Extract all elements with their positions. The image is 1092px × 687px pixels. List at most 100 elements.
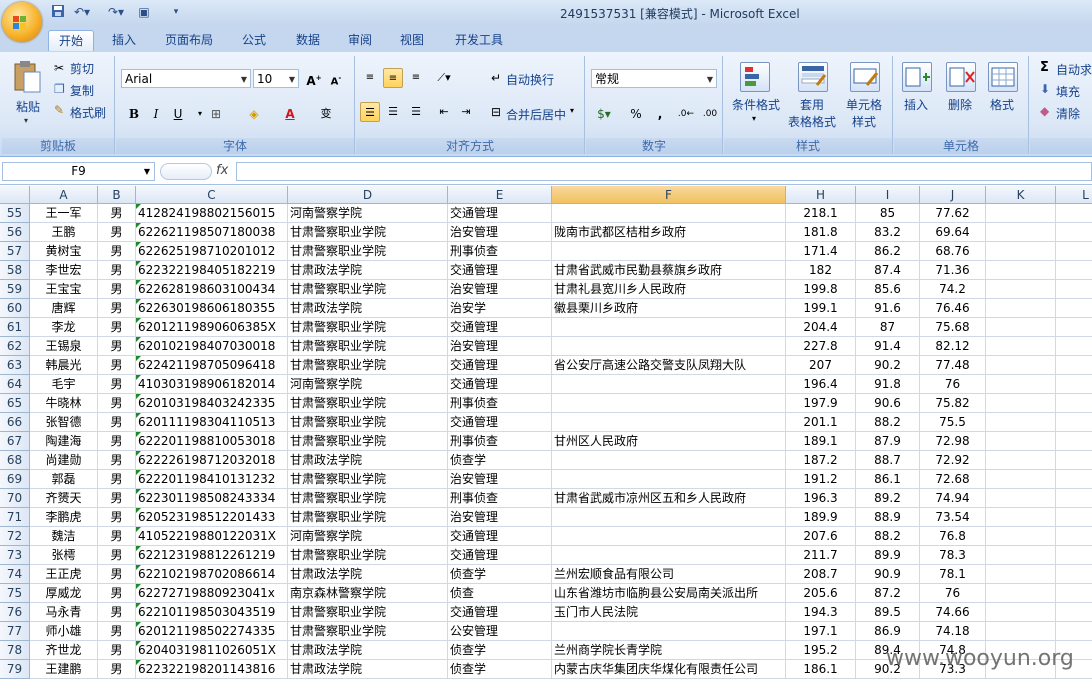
cell-d[interactable]: 甘肃警察职业学院 bbox=[288, 432, 448, 451]
cell-l[interactable] bbox=[1056, 204, 1092, 223]
tab-developer[interactable]: 开发工具 bbox=[446, 30, 512, 50]
cell-k[interactable] bbox=[986, 546, 1056, 565]
cell-b[interactable]: 男 bbox=[98, 242, 136, 261]
cell-j[interactable]: 77.62 bbox=[920, 204, 986, 223]
tab-view[interactable]: 视图 bbox=[390, 30, 434, 50]
cell-i[interactable]: 87 bbox=[856, 318, 920, 337]
cell-c[interactable]: 622322198201143816 bbox=[136, 660, 288, 679]
cell-k[interactable] bbox=[986, 394, 1056, 413]
cell-h[interactable]: 197.1 bbox=[786, 622, 856, 641]
cell-b[interactable]: 男 bbox=[98, 451, 136, 470]
cell-f[interactable]: 内蒙古庆华集团庆华煤化有限责任公司 bbox=[552, 660, 786, 679]
formula-input[interactable] bbox=[236, 162, 1092, 181]
bold-icon[interactable]: B bbox=[124, 104, 144, 124]
cell-b[interactable]: 男 bbox=[98, 622, 136, 641]
cell-f[interactable] bbox=[552, 470, 786, 489]
cell-d[interactable]: 甘肃政法学院 bbox=[288, 261, 448, 280]
row-header[interactable]: 59 bbox=[0, 280, 30, 299]
number-format-select[interactable]: 常规 ▼ bbox=[591, 69, 717, 88]
format-painter-button[interactable]: 格式刷 bbox=[70, 104, 106, 121]
paste-button[interactable]: 粘贴 bbox=[10, 98, 46, 115]
font-color-icon[interactable]: A bbox=[280, 104, 300, 124]
cell-k[interactable] bbox=[986, 204, 1056, 223]
cell-h[interactable]: 197.9 bbox=[786, 394, 856, 413]
row-header[interactable]: 76 bbox=[0, 603, 30, 622]
underline-icon[interactable]: U bbox=[168, 104, 188, 124]
cell-e[interactable]: 刑事侦查 bbox=[448, 242, 552, 261]
cell-h[interactable]: 196.3 bbox=[786, 489, 856, 508]
paste-dropdown-icon[interactable]: ▾ bbox=[24, 116, 28, 125]
cell-d[interactable]: 甘肃警察职业学院 bbox=[288, 508, 448, 527]
cell-f[interactable]: 甘肃省武威市凉州区五和乡人民政府 bbox=[552, 489, 786, 508]
cell-c[interactable]: 622628198603100434 bbox=[136, 280, 288, 299]
cell-j[interactable]: 76.46 bbox=[920, 299, 986, 318]
redo-icon[interactable]: ↷▾ bbox=[104, 4, 128, 20]
cell-j[interactable]: 72.98 bbox=[920, 432, 986, 451]
cell-e[interactable]: 交通管理 bbox=[448, 204, 552, 223]
cell-k[interactable] bbox=[986, 565, 1056, 584]
cell-j[interactable]: 82.12 bbox=[920, 337, 986, 356]
column-header-d[interactable]: D bbox=[288, 186, 448, 204]
cell-h[interactable]: 187.2 bbox=[786, 451, 856, 470]
percent-icon[interactable]: % bbox=[626, 104, 646, 124]
align-center-icon[interactable]: ☰ bbox=[383, 102, 403, 122]
cell-a[interactable]: 尚建勋 bbox=[30, 451, 98, 470]
cell-l[interactable] bbox=[1056, 318, 1092, 337]
cell-f[interactable] bbox=[552, 242, 786, 261]
cell-a[interactable]: 齐赟天 bbox=[30, 489, 98, 508]
cell-i[interactable]: 86.9 bbox=[856, 622, 920, 641]
cell-c[interactable]: 41052219880122031X bbox=[136, 527, 288, 546]
cell-a[interactable]: 陶建海 bbox=[30, 432, 98, 451]
align-middle-icon[interactable]: ≡ bbox=[383, 68, 403, 88]
cell-b[interactable]: 男 bbox=[98, 223, 136, 242]
cell-k[interactable] bbox=[986, 242, 1056, 261]
cell-e[interactable]: 治安管理 bbox=[448, 337, 552, 356]
cell-b[interactable]: 男 bbox=[98, 280, 136, 299]
cell-d[interactable]: 甘肃警察职业学院 bbox=[288, 394, 448, 413]
cell-h[interactable]: 182 bbox=[786, 261, 856, 280]
row-header[interactable]: 55 bbox=[0, 204, 30, 223]
cell-c[interactable]: 622421198705096418 bbox=[136, 356, 288, 375]
cell-b[interactable]: 男 bbox=[98, 432, 136, 451]
cell-i[interactable]: 88.9 bbox=[856, 508, 920, 527]
cell-k[interactable] bbox=[986, 356, 1056, 375]
cell-j[interactable]: 77.48 bbox=[920, 356, 986, 375]
cell-f[interactable] bbox=[552, 394, 786, 413]
cell-b[interactable]: 男 bbox=[98, 565, 136, 584]
cell-b[interactable]: 男 bbox=[98, 413, 136, 432]
cell-c[interactable]: 620103198403242335 bbox=[136, 394, 288, 413]
cell-k[interactable] bbox=[986, 527, 1056, 546]
row-header[interactable]: 70 bbox=[0, 489, 30, 508]
cell-e[interactable]: 治安管理 bbox=[448, 470, 552, 489]
cell-a[interactable]: 牛晓林 bbox=[30, 394, 98, 413]
cell-k[interactable] bbox=[986, 622, 1056, 641]
conditional-dropdown-icon[interactable]: ▾ bbox=[752, 114, 756, 123]
cell-f[interactable]: 甘肃礼县宽川乡人民政府 bbox=[552, 280, 786, 299]
cell-l[interactable] bbox=[1056, 337, 1092, 356]
align-left-icon[interactable]: ☰ bbox=[360, 102, 380, 122]
cell-e[interactable]: 交通管理 bbox=[448, 527, 552, 546]
cell-d[interactable]: 甘肃警察职业学院 bbox=[288, 546, 448, 565]
row-header[interactable]: 60 bbox=[0, 299, 30, 318]
cell-a[interactable]: 齐世龙 bbox=[30, 641, 98, 660]
cut-button[interactable]: 剪切 bbox=[70, 60, 94, 77]
format-as-table-label-1[interactable]: 套用 bbox=[792, 96, 832, 113]
cell-a[interactable]: 张智德 bbox=[30, 413, 98, 432]
row-header[interactable]: 65 bbox=[0, 394, 30, 413]
cell-f[interactable] bbox=[552, 318, 786, 337]
cell-i[interactable]: 85.6 bbox=[856, 280, 920, 299]
row-header[interactable]: 78 bbox=[0, 641, 30, 660]
cell-b[interactable]: 男 bbox=[98, 299, 136, 318]
format-as-table-label-2[interactable]: 表格格式 bbox=[784, 113, 840, 130]
cell-c[interactable]: 62012119890606385X bbox=[136, 318, 288, 337]
cell-e[interactable]: 交通管理 bbox=[448, 413, 552, 432]
customize-qat-icon[interactable]: ▾ bbox=[168, 4, 184, 20]
font-size-select[interactable]: 10 ▼ bbox=[253, 69, 299, 88]
cell-b[interactable]: 男 bbox=[98, 337, 136, 356]
cell-h[interactable]: 189.9 bbox=[786, 508, 856, 527]
orientation-icon[interactable]: ⟋▾ bbox=[434, 68, 454, 88]
cell-j[interactable]: 74.18 bbox=[920, 622, 986, 641]
cell-i[interactable]: 83.2 bbox=[856, 223, 920, 242]
increase-decimal-icon[interactable]: .0← bbox=[676, 104, 696, 124]
fill-color-icon[interactable]: ◈ bbox=[244, 104, 264, 124]
